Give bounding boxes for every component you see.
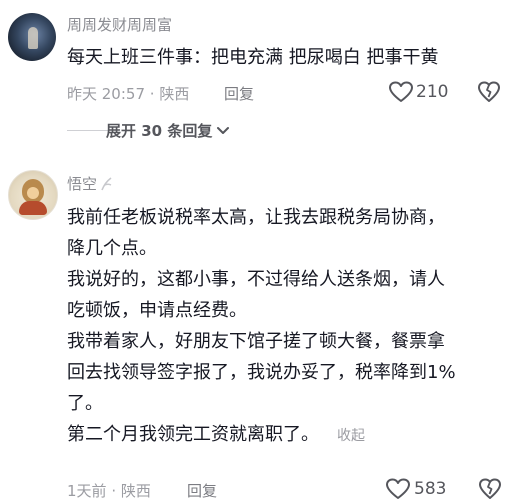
like-button[interactable] [385,478,411,500]
dislike-button[interactable] [478,478,502,500]
like-count: 583 [414,479,447,499]
reply-button[interactable]: 回复 [224,83,254,104]
comment-username[interactable]: 悟空 [67,173,97,194]
comment-username[interactable]: 周周发财周周富 [67,14,172,35]
comment-text-line: 回去找领导签字报了，我说办妥了，税率降到1% [67,362,456,383]
like-count: 210 [416,82,449,102]
comment-text-line: 我说好的，这都小事，不过得给人送条烟，请人 [67,269,445,290]
comment-text: 我前任老板说税率太高，让我去跟税务局协商， 降几个点。 我说好的，这都小事，不过… [67,202,507,452]
comment-meta: 昨天 20:57 · 陕西 [67,83,189,104]
dislike-button[interactable] [477,81,501,103]
comment-text-line: 我前任老板说税率太高，让我去跟税务局协商， [67,207,445,228]
meta-separator: · [111,482,117,500]
like-button[interactable] [388,81,414,103]
chevron-down-icon [217,126,230,134]
level-badge-icon [101,176,112,190]
avatar-image [22,179,44,203]
reply-button[interactable]: 回复 [187,480,217,501]
comment-time: 1天前 [67,482,107,500]
broken-heart-icon [479,478,501,499]
avatar-image [28,27,38,49]
avatar[interactable] [8,170,58,220]
comment-location: 陕西 [120,482,151,500]
meta-separator: · [149,85,155,103]
comment-text: 每天上班三件事：把电充满 把尿喝白 把事干黄 [67,47,439,68]
comment-location: 陕西 [159,85,190,103]
heart-outline-icon [386,478,410,499]
comment-text-line: 降几个点。 [67,238,157,259]
broken-heart-icon [478,81,500,102]
comment-text-line: 我带着家人，好朋友下馆子搓了顿大餐，餐票拿 [67,331,445,352]
expand-replies-button[interactable]: 展开 30 条回复 [106,120,230,141]
expand-replies-label: 展开 30 条回复 [106,122,213,140]
divider-line [67,130,109,131]
comment-text-line: 了。 [67,393,103,414]
comment-time: 昨天 20:57 [67,85,145,103]
comment-text-last: 第二个月我领完工资就离职了。 [67,424,319,445]
avatar[interactable] [8,13,56,61]
heart-outline-icon [389,81,413,102]
comment-text-line: 吃顿饭，申请点经费。 [67,300,247,321]
comment-meta: 1天前 · 陕西 [67,480,151,501]
collapse-button[interactable]: 收起 [337,428,365,444]
comment-username-row: 悟空 [67,173,113,194]
comment-text-line: 第二个月我领完工资就离职了。 收起 [67,419,507,452]
